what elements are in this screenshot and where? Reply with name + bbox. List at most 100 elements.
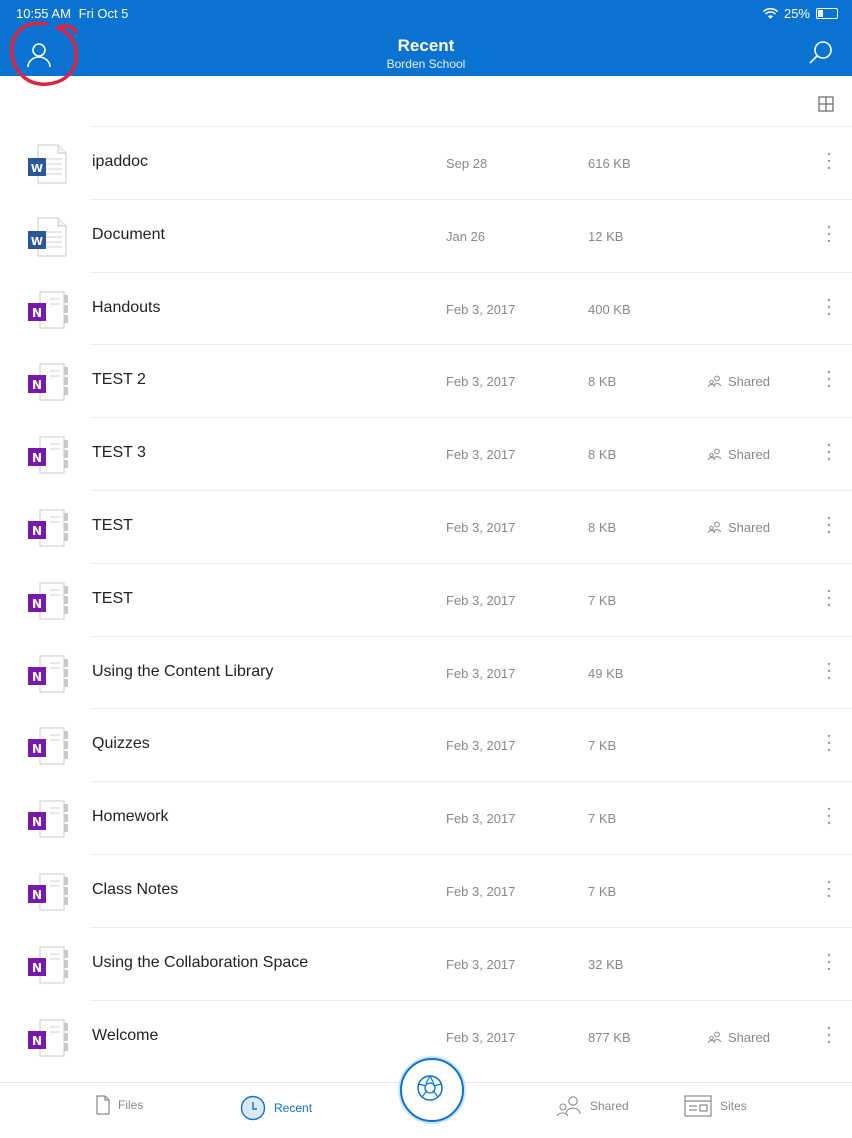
onenote-icon: N bbox=[28, 727, 68, 765]
more-options-icon[interactable] bbox=[820, 1023, 838, 1047]
file-size: 877 KB bbox=[588, 1029, 631, 1045]
svg-text:N: N bbox=[32, 815, 42, 829]
more-options-icon[interactable] bbox=[820, 877, 838, 901]
file-row[interactable]: N Class Notes Feb 3, 2017 7 KB bbox=[28, 853, 852, 927]
people-icon bbox=[556, 1096, 581, 1117]
file-size: 7 KB bbox=[588, 811, 617, 827]
file-name: Quizzes bbox=[92, 735, 150, 753]
file-size: 12 KB bbox=[588, 228, 624, 244]
file-row[interactable]: W Document Jan 26 12 KB bbox=[28, 198, 852, 272]
svg-text:N: N bbox=[32, 1034, 42, 1048]
file-name: Homework bbox=[92, 808, 169, 826]
svg-text:N: N bbox=[32, 306, 42, 320]
file-row[interactable]: N Using the Content Library Feb 3, 2017 … bbox=[28, 635, 852, 709]
file-date: Feb 3, 2017 bbox=[446, 1029, 516, 1045]
shared-label: Shared bbox=[728, 519, 770, 535]
more-options-icon[interactable] bbox=[820, 731, 838, 755]
tab-files-label: Files bbox=[118, 1098, 144, 1112]
shared-icon bbox=[708, 521, 722, 534]
file-row[interactable]: N TEST 2 Feb 3, 2017 8 KB Shared bbox=[28, 344, 852, 417]
onenote-icon: N bbox=[28, 509, 68, 547]
file-row[interactable]: N Homework Feb 3, 2017 7 KB bbox=[28, 781, 852, 854]
file-row[interactable]: W ipaddoc Sep 28 616 KB bbox=[28, 126, 852, 199]
file-name: Welcome bbox=[92, 1026, 159, 1044]
status-date: Fri Oct 5 bbox=[78, 6, 129, 21]
file-size: 49 KB bbox=[588, 665, 624, 681]
file-size: 616 KB bbox=[588, 156, 631, 171]
more-options-icon[interactable] bbox=[820, 950, 838, 974]
tab-shared[interactable]: Shared bbox=[556, 1095, 629, 1117]
more-options-icon[interactable] bbox=[820, 149, 838, 173]
status-time: 10:55 AM Fri Oct 5 bbox=[16, 6, 128, 21]
file-row[interactable]: N TEST Feb 3, 2017 7 KB bbox=[28, 562, 852, 636]
sites-icon bbox=[684, 1095, 712, 1117]
more-options-icon[interactable] bbox=[820, 659, 838, 683]
onenote-icon: N bbox=[28, 1019, 68, 1057]
file-size: 7 KB bbox=[588, 738, 617, 754]
more-options-icon[interactable] bbox=[820, 440, 838, 464]
file-date: Jan 26 bbox=[446, 228, 486, 244]
file-name: TEST bbox=[92, 589, 133, 607]
profile-icon[interactable] bbox=[24, 40, 54, 70]
page-title: Recent bbox=[397, 36, 455, 55]
file-row[interactable]: N Welcome Feb 3, 2017 877 KB Shared bbox=[28, 999, 852, 1073]
camera-button[interactable] bbox=[400, 1058, 464, 1122]
file-size: 8 KB bbox=[588, 447, 617, 463]
file-size: 400 KB bbox=[588, 301, 631, 317]
file-name: Using the Collaboration Space bbox=[92, 953, 309, 971]
file-date: Feb 3, 2017 bbox=[446, 374, 516, 390]
file-list: W ipaddoc Sep 28 616 KB W Document Jan 2… bbox=[0, 126, 852, 1072]
shared-label: Shared bbox=[728, 447, 770, 463]
file-date: Feb 3, 2017 bbox=[446, 519, 516, 535]
shared-label: Shared bbox=[728, 1029, 770, 1045]
svg-text:N: N bbox=[32, 378, 42, 392]
file-icon bbox=[96, 1095, 110, 1115]
battery-icon bbox=[816, 8, 838, 19]
svg-text:N: N bbox=[32, 524, 42, 538]
more-options-icon[interactable] bbox=[820, 367, 838, 391]
more-options-icon[interactable] bbox=[820, 295, 838, 319]
clock-icon bbox=[240, 1095, 266, 1121]
status-indicators: 25% bbox=[762, 6, 838, 21]
wifi-icon bbox=[762, 7, 778, 19]
tab-files[interactable]: Files bbox=[96, 1095, 143, 1115]
shared-icon bbox=[708, 1031, 722, 1043]
file-name: Class Notes bbox=[92, 880, 179, 898]
file-date: Feb 3, 2017 bbox=[446, 883, 516, 899]
battery-percent: 25% bbox=[783, 6, 810, 21]
tab-shared-label: Shared bbox=[590, 1099, 629, 1113]
word-doc-icon: W bbox=[28, 144, 67, 184]
file-row[interactable]: N Using the Collaboration Space Feb 3, 2… bbox=[28, 926, 852, 1000]
svg-text:W: W bbox=[31, 162, 43, 175]
file-size: 32 KB bbox=[588, 956, 624, 972]
file-row[interactable]: N TEST 3 Feb 3, 2017 8 KB Shared bbox=[28, 417, 852, 490]
more-options-icon[interactable] bbox=[820, 222, 838, 246]
file-date: Feb 3, 2017 bbox=[446, 956, 516, 972]
file-name: TEST 3 bbox=[92, 444, 146, 462]
file-size: 7 KB bbox=[588, 592, 617, 608]
app-header: 10:55 AM Fri Oct 5 25% Recent Borden Sch… bbox=[0, 0, 852, 76]
file-date: Feb 3, 2017 bbox=[446, 592, 516, 608]
more-options-icon[interactable] bbox=[820, 804, 838, 828]
file-row[interactable]: N Handouts Feb 3, 2017 400 KB bbox=[28, 271, 852, 345]
file-date: Feb 3, 2017 bbox=[446, 447, 516, 463]
file-name: Using the Content Library bbox=[92, 662, 274, 680]
shared-icon bbox=[708, 375, 722, 388]
file-size: 8 KB bbox=[588, 519, 617, 535]
tab-sites[interactable]: Sites bbox=[684, 1095, 747, 1117]
file-row[interactable]: N Quizzes Feb 3, 2017 7 KB bbox=[28, 708, 852, 781]
file-row[interactable]: N TEST Feb 3, 2017 8 KB Shared bbox=[28, 489, 852, 563]
tab-recent[interactable]: Recent bbox=[240, 1095, 312, 1121]
tab-bar: Files Recent Shared Sites bbox=[0, 1058, 852, 1138]
grid-view-icon[interactable] bbox=[818, 96, 834, 112]
page-subtitle: Borden School bbox=[386, 57, 466, 71]
camera-shutter-icon bbox=[417, 1075, 443, 1101]
svg-text:W: W bbox=[31, 235, 43, 248]
search-icon[interactable] bbox=[808, 40, 834, 66]
onenote-icon: N bbox=[28, 291, 68, 329]
onenote-icon: N bbox=[28, 582, 68, 620]
more-options-icon[interactable] bbox=[820, 513, 838, 537]
onenote-icon: N bbox=[28, 873, 68, 911]
more-options-icon[interactable] bbox=[820, 586, 838, 610]
shared-badge: Shared bbox=[708, 520, 770, 535]
